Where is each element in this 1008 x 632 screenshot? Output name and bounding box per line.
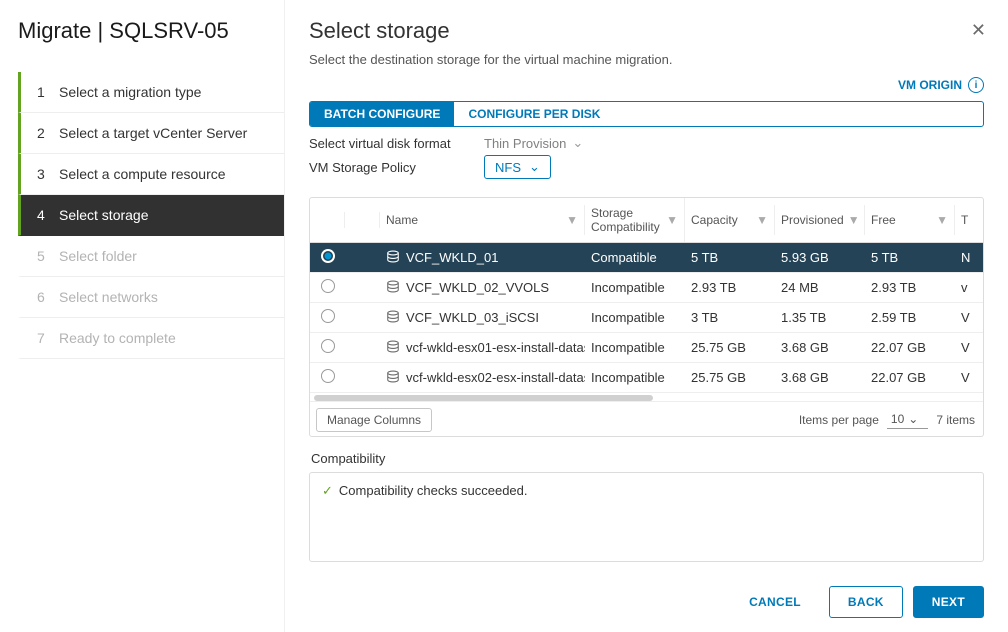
item-count: 7 items <box>936 413 975 427</box>
check-icon: ✓ <box>322 483 333 498</box>
close-icon[interactable]: ✕ <box>971 20 986 41</box>
wizard-step: 5Select folder <box>18 236 284 277</box>
back-button[interactable]: BACK <box>829 586 903 618</box>
cell-t: N <box>955 246 979 269</box>
datastore-name: VCF_WKLD_03_iSCSI <box>406 310 539 325</box>
chevron-down-icon: ⌄ <box>572 135 583 151</box>
wizard-step[interactable]: 2Select a target vCenter Server <box>18 113 284 154</box>
cell-t: V <box>955 366 979 389</box>
storage-policy-select[interactable]: NFS ⌄ <box>484 155 551 179</box>
disk-format-select[interactable]: Thin Provision ⌄ <box>484 135 583 151</box>
vm-origin-link[interactable]: VM ORIGIN i <box>898 77 984 93</box>
page-subtitle: Select the destination storage for the v… <box>309 52 984 67</box>
cell-capacity: 2.93 TB <box>685 276 775 299</box>
datastore-icon <box>386 340 400 356</box>
wizard-step: 7Ready to complete <box>18 318 284 359</box>
table-row[interactable]: vcf-wkld-esx02-esx-install-datastoreInco… <box>310 363 983 393</box>
datastore-icon <box>386 280 400 296</box>
horizontal-scrollbar[interactable] <box>310 393 983 401</box>
col-capacity[interactable]: Capacity <box>691 213 738 227</box>
radio-select[interactable] <box>321 279 335 293</box>
datastore-name: VCF_WKLD_01 <box>406 250 498 265</box>
filter-icon[interactable]: ▼ <box>566 213 578 227</box>
cell-compat: Incompatible <box>585 336 685 359</box>
compatibility-box: ✓ Compatibility checks succeeded. <box>309 472 984 562</box>
cell-provisioned: 3.68 GB <box>775 336 865 359</box>
cell-compat: Incompatible <box>585 306 685 329</box>
col-provisioned[interactable]: Provisioned <box>781 213 844 227</box>
wizard-step: 6Select networks <box>18 277 284 318</box>
cell-compat: Incompatible <box>585 366 685 389</box>
filter-icon[interactable]: ▼ <box>666 213 678 227</box>
next-button[interactable]: NEXT <box>913 586 984 618</box>
filter-icon[interactable]: ▼ <box>756 213 768 227</box>
radio-select[interactable] <box>321 249 335 263</box>
col-compat[interactable]: Storage Compatibility <box>591 206 662 234</box>
manage-columns-button[interactable]: Manage Columns <box>316 408 432 432</box>
table-row[interactable]: vcf-wkld-esx01-esx-install-datastoreInco… <box>310 333 983 363</box>
filter-icon[interactable]: ▼ <box>848 213 860 227</box>
cell-free: 22.07 GB <box>865 336 955 359</box>
cell-provisioned: 3.68 GB <box>775 366 865 389</box>
compatibility-message: Compatibility checks succeeded. <box>339 483 528 498</box>
wizard-steps: 1Select a migration type2Select a target… <box>18 72 284 359</box>
table-row[interactable]: VCF_WKLD_01Compatible5 TB5.93 GB5 TBN <box>310 243 983 273</box>
storage-policy-label: VM Storage Policy <box>309 160 484 175</box>
cell-free: 5 TB <box>865 246 955 269</box>
table-header: Name ▼ Storage Compatibility ▼ Capacity ▼ P… <box>310 198 983 243</box>
compatibility-title: Compatibility <box>311 451 984 466</box>
tab-batch-configure[interactable]: BATCH CONFIGURE <box>310 102 454 126</box>
cell-t: V <box>955 306 979 329</box>
datastore-name: vcf-wkld-esx01-esx-install-datastore <box>406 340 585 355</box>
datastore-icon <box>386 370 400 386</box>
cell-compat: Compatible <box>585 246 685 269</box>
cell-capacity: 3 TB <box>685 306 775 329</box>
filter-icon[interactable]: ▼ <box>936 213 948 227</box>
cell-t: v <box>955 276 979 299</box>
wizard-step[interactable]: 3Select a compute resource <box>18 154 284 195</box>
cell-provisioned: 24 MB <box>775 276 865 299</box>
wizard-step[interactable]: 4Select storage <box>18 195 284 236</box>
chevron-down-icon: ⌄ <box>529 159 540 175</box>
cell-capacity: 25.75 GB <box>685 336 775 359</box>
cell-capacity: 25.75 GB <box>685 366 775 389</box>
chevron-down-icon: ⌄ <box>908 412 918 426</box>
col-t[interactable]: T <box>961 213 968 227</box>
cell-free: 2.59 TB <box>865 306 955 329</box>
wizard-title: Migrate | SQLSRV-05 <box>18 18 284 44</box>
table-row[interactable]: VCF_WKLD_02_VVOLSIncompatible2.93 TB24 M… <box>310 273 983 303</box>
info-icon: i <box>968 77 984 93</box>
datastore-name: VCF_WKLD_02_VVOLS <box>406 280 549 295</box>
items-per-page-label: Items per page <box>799 413 879 427</box>
col-name[interactable]: Name <box>386 213 418 227</box>
disk-format-label: Select virtual disk format <box>309 136 484 151</box>
radio-select[interactable] <box>321 309 335 323</box>
datastore-name: vcf-wkld-esx02-esx-install-datastore <box>406 370 585 385</box>
page-title: Select storage <box>309 18 984 44</box>
table-row[interactable]: VCF_WKLD_03_iSCSI Incompatible3 TB1.35 TB… <box>310 303 983 333</box>
datastore-table: Name ▼ Storage Compatibility ▼ Capacity ▼ P… <box>309 197 984 437</box>
radio-select[interactable] <box>321 339 335 353</box>
cell-provisioned: 1.35 TB <box>775 306 865 329</box>
cell-free: 2.93 TB <box>865 276 955 299</box>
cell-provisioned: 5.93 GB <box>775 246 865 269</box>
datastore-icon <box>386 310 400 326</box>
col-free[interactable]: Free <box>871 213 896 227</box>
radio-select[interactable] <box>321 369 335 383</box>
configure-mode-tabs: BATCH CONFIGURE CONFIGURE PER DISK <box>309 101 984 127</box>
cell-compat: Incompatible <box>585 276 685 299</box>
wizard-step[interactable]: 1Select a migration type <box>18 72 284 113</box>
cell-capacity: 5 TB <box>685 246 775 269</box>
cell-t: V <box>955 336 979 359</box>
datastore-icon <box>386 250 400 266</box>
tab-configure-per-disk[interactable]: CONFIGURE PER DISK <box>454 102 614 126</box>
cell-free: 22.07 GB <box>865 366 955 389</box>
cancel-button[interactable]: CANCEL <box>731 587 819 617</box>
items-per-page-select[interactable]: 10⌄ <box>887 412 928 429</box>
